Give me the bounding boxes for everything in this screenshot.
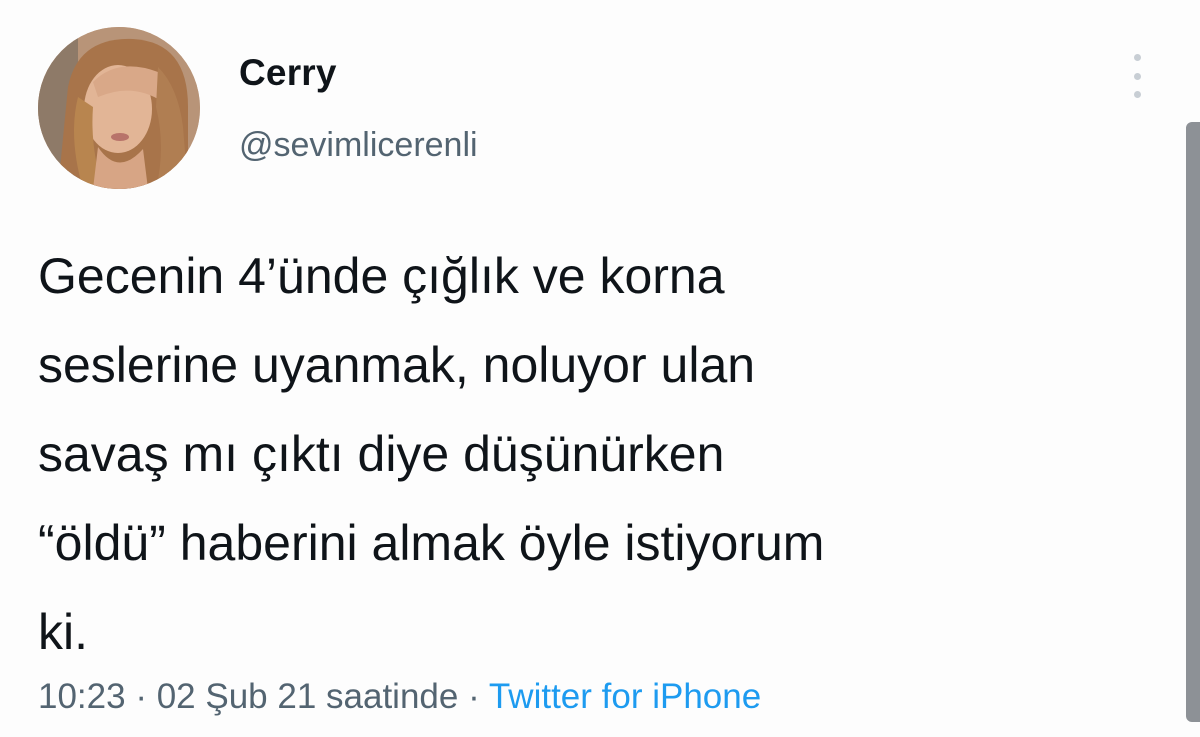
scrollbar[interactable] [1186, 122, 1200, 722]
more-vertical-icon[interactable] [1124, 54, 1150, 98]
avatar[interactable] [38, 27, 200, 189]
tweet-source-link[interactable]: Twitter for iPhone [489, 677, 761, 716]
tweet-card: Cerry @sevimlicerenli Gecenin 4’ünde çığ… [0, 0, 1200, 737]
tweet-meta: 10:23 · 02 Şub 21 saatinde · Twitter for… [38, 677, 761, 717]
author-display-name[interactable]: Cerry [239, 52, 337, 94]
meta-separator: · [135, 677, 147, 716]
more-dot [1133, 72, 1141, 80]
author-handle[interactable]: @sevimlicerenli [239, 126, 478, 165]
avatar-image [38, 27, 200, 189]
tweet-time[interactable]: 10:23 [38, 677, 126, 716]
tweet-date[interactable]: 02 Şub 21 saatinde [157, 677, 459, 716]
meta-separator: · [468, 677, 480, 716]
more-dot [1133, 91, 1141, 98]
more-dot [1133, 54, 1141, 61]
tweet-text: Gecenin 4’ünde çığlık ve korna seslerine… [38, 248, 825, 660]
